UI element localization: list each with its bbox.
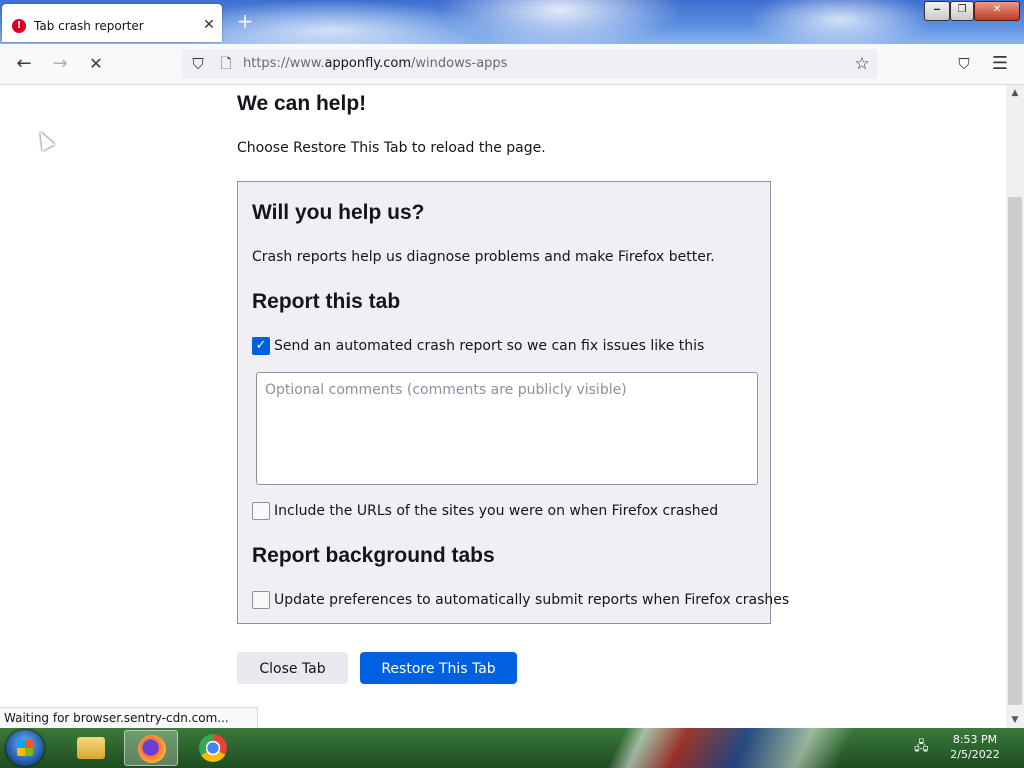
stop-loading-icon[interactable]: ✕: [84, 52, 108, 76]
back-arrow-icon[interactable]: ←: [12, 52, 36, 76]
mouse-cursor-icon: [34, 128, 55, 151]
clock-date: 2/5/2022: [950, 748, 1000, 761]
new-tab-icon[interactable]: +: [234, 10, 256, 32]
include-urls-label[interactable]: Include the URLs of the sites you were o…: [274, 502, 718, 520]
include-urls-checkbox[interactable]: [252, 502, 270, 520]
url-host: apponfly.com: [324, 56, 412, 71]
chrome-icon: [199, 734, 227, 762]
tracking-shield-icon[interactable]: ⛉: [188, 53, 208, 75]
close-window-button[interactable]: ✕: [974, 1, 1020, 21]
auto-submit-label[interactable]: Update preferences to automatically subm…: [274, 591, 789, 609]
taskbar: 🖧 8:53 PM 2/5/2022: [0, 728, 1024, 768]
close-tab-button[interactable]: Close Tab: [237, 652, 348, 684]
bookmark-star-icon[interactable]: ☆: [850, 52, 874, 76]
page-content: We can help! Choose Restore This Tab to …: [0, 85, 1006, 728]
page-subtext: Choose Restore This Tab to reload the pa…: [237, 140, 546, 156]
page-info-icon[interactable]: 🗋: [216, 53, 236, 75]
address-bar[interactable]: ⛉ 🗋 https://www.apponfly.com/windows-app…: [182, 49, 878, 79]
send-report-checkbox[interactable]: ✓: [252, 337, 270, 355]
alert-icon: !: [12, 19, 26, 33]
tab-close-icon[interactable]: ✕: [200, 16, 218, 34]
tab-crash-reporter[interactable]: ! Tab crash reporter ✕: [2, 4, 222, 42]
status-panel: Waiting for browser.sentry-cdn.com...: [0, 707, 258, 728]
hamburger-menu-icon[interactable]: ☰: [988, 52, 1012, 76]
url-path: /windows-apps: [411, 56, 508, 71]
send-report-label[interactable]: Send an automated crash report so we can…: [274, 337, 704, 355]
vertical-scrollbar[interactable]: ▲ ▼: [1006, 85, 1024, 728]
background-tabs-heading: Report background tabs: [252, 544, 495, 567]
firefox-icon: [138, 735, 166, 763]
folder-icon: [77, 737, 105, 759]
taskbar-firefox[interactable]: [124, 730, 178, 766]
start-button[interactable]: [6, 730, 44, 766]
scroll-down-icon[interactable]: ▼: [1006, 712, 1024, 728]
network-icon[interactable]: 🖧: [914, 739, 932, 755]
report-tab-heading: Report this tab: [252, 290, 401, 313]
crash-report-panel: Will you help us? Crash reports help us …: [237, 181, 789, 624]
clock[interactable]: 8:53 PM 2/5/2022: [940, 732, 1010, 762]
minimize-button[interactable]: ‒: [924, 1, 950, 21]
comments-field[interactable]: [256, 372, 758, 485]
taskbar-explorer[interactable]: [64, 730, 118, 766]
auto-submit-checkbox[interactable]: [252, 591, 270, 609]
url-text[interactable]: https://www.apponfly.com/windows-apps: [243, 56, 507, 72]
clock-time: 8:53 PM: [952, 733, 998, 746]
page-title: We can help!: [237, 92, 367, 115]
help-heading: Will you help us?: [252, 201, 425, 224]
help-text: Crash reports help us diagnose problems …: [252, 249, 715, 265]
pocket-icon[interactable]: ⛉: [952, 52, 976, 76]
scroll-up-icon[interactable]: ▲: [1006, 85, 1024, 101]
nav-toolbar: ← → ✕ ⛉ 🗋 https://www.apponfly.com/windo…: [0, 44, 1024, 85]
restore-tab-button[interactable]: Restore This Tab: [360, 652, 517, 684]
tab-strip: ! Tab crash reporter ✕ + ‒ ❐ ✕: [0, 0, 1024, 44]
tab-title: Tab crash reporter: [34, 19, 144, 33]
scrollbar-thumb[interactable]: [1008, 197, 1022, 705]
url-prefix: https://www.: [243, 56, 325, 71]
forward-arrow-icon[interactable]: →: [48, 52, 72, 76]
taskbar-chrome[interactable]: [186, 730, 240, 766]
restore-window-button[interactable]: ❐: [950, 1, 974, 21]
